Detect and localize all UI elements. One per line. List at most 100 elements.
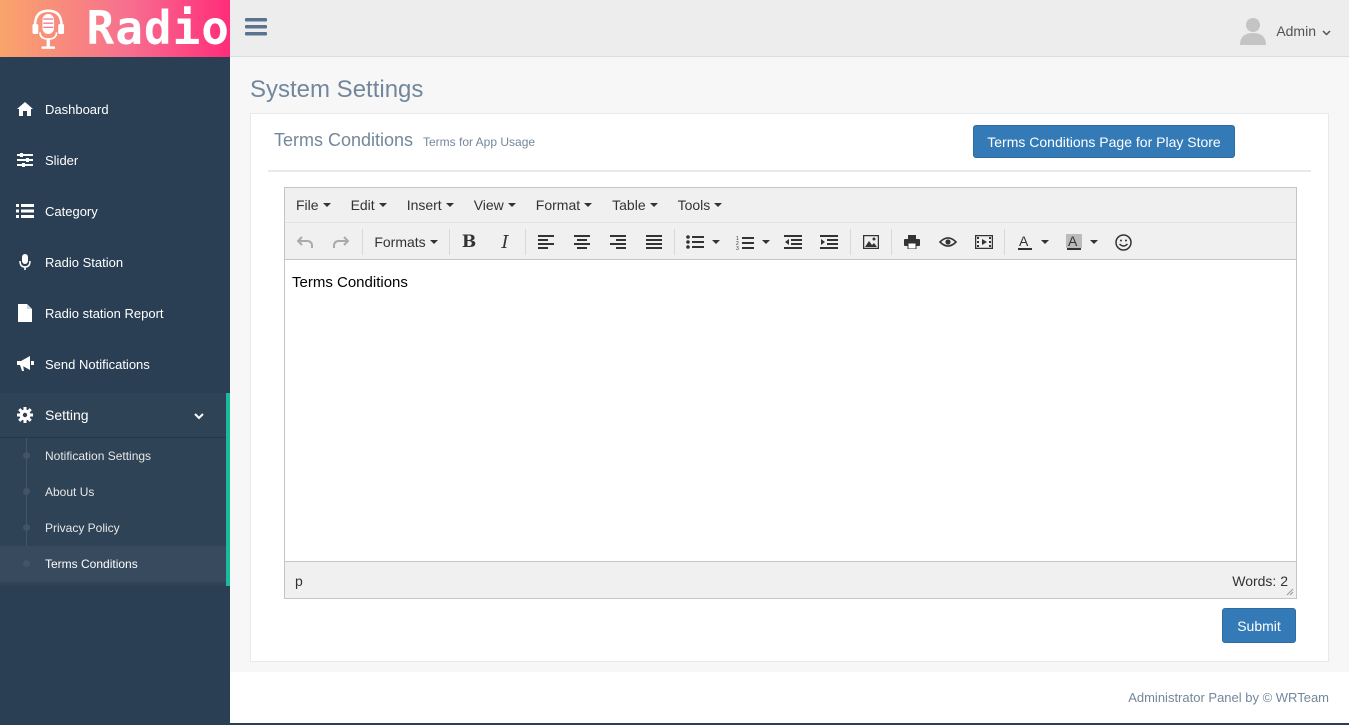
bullet-list-icon[interactable]: [683, 231, 723, 253]
sidebar-item-label: Send Notifications: [45, 356, 150, 372]
word-count: Words: 2: [1232, 573, 1288, 589]
user-name: Admin: [1276, 23, 1316, 39]
sidebar-item-radio-station[interactable]: Radio Station: [0, 237, 230, 287]
outdent-icon[interactable]: [783, 231, 803, 253]
sidebar-item-label: Slider: [45, 152, 79, 168]
menu-label: Format: [535, 197, 581, 213]
caret-down-icon: [322, 203, 331, 207]
caret-down-icon: [762, 240, 770, 244]
menu-label: Edit: [350, 197, 375, 213]
sidebar-item-category[interactable]: Category: [0, 186, 230, 236]
numbered-list-icon[interactable]: 123: [733, 231, 773, 253]
sidebar-item-label: Dashboard: [45, 101, 109, 117]
preview-eye-icon[interactable]: [938, 231, 958, 253]
menu-insert[interactable]: Insert: [399, 197, 462, 213]
align-center-icon[interactable]: [572, 231, 592, 253]
sidebar-item-label: Radio station Report: [45, 305, 164, 321]
sidebar-subitem-about-us[interactable]: About Us: [0, 474, 226, 510]
menu-tools[interactable]: Tools: [670, 197, 731, 213]
caret-down-icon: [445, 203, 454, 207]
bullet-icon: [23, 524, 30, 531]
home-icon: [14, 100, 36, 118]
redo-icon[interactable]: [331, 231, 351, 253]
playstore-page-button[interactable]: Terms Conditions Page for Play Store: [973, 125, 1235, 158]
caret-down-icon: [507, 203, 516, 207]
align-left-icon[interactable]: [536, 231, 556, 253]
menu-table[interactable]: Table: [604, 197, 665, 213]
caret-down-icon: [1090, 240, 1098, 244]
background-color-icon[interactable]: A: [1062, 231, 1102, 253]
image-icon[interactable]: [861, 231, 881, 253]
divider: [268, 170, 1311, 172]
caret-down-icon: [584, 203, 593, 207]
panel-subtitle: Terms for App Usage: [423, 135, 536, 149]
bullet-icon: [23, 488, 30, 495]
sidebar-subitem-terms-conditions[interactable]: Terms Conditions: [0, 546, 226, 582]
microphone-icon: [32, 8, 65, 49]
sidebar-item-dashboard[interactable]: Dashboard: [0, 84, 230, 134]
sidebar-item-setting[interactable]: Setting: [0, 393, 226, 438]
menu-format[interactable]: Format: [528, 197, 600, 213]
menu-label: View: [473, 197, 504, 213]
svg-text:A: A: [1068, 234, 1078, 249]
panel-title: Terms Conditions: [274, 130, 414, 150]
element-path[interactable]: p: [295, 573, 303, 589]
media-icon[interactable]: [974, 231, 994, 253]
sidebar-subitem-label: Notification Settings: [45, 449, 152, 463]
footer: Administrator Panel by © WRTeam: [230, 672, 1349, 725]
bold-icon[interactable]: B: [459, 231, 479, 253]
sliders-icon: [14, 151, 36, 169]
footer-credit: Administrator Panel by © WRTeam: [1128, 690, 1329, 705]
editor-content[interactable]: Terms Conditions: [285, 260, 1296, 561]
menu-file[interactable]: File: [288, 197, 339, 213]
sidebar-item-slider[interactable]: Slider: [0, 135, 230, 185]
sidebar-subitem-notification-settings[interactable]: Notification Settings: [0, 438, 226, 474]
caret-down-icon: [714, 203, 723, 207]
sidebar-subitem-label: About Us: [45, 485, 95, 499]
print-icon[interactable]: [902, 231, 922, 253]
caret-down-icon: [429, 240, 438, 244]
editor-menubar: File Edit Insert View Format Table Tools: [285, 188, 1296, 223]
sidebar-item-label: Setting: [45, 407, 89, 423]
svg-text:A: A: [1019, 234, 1029, 249]
sidebar-item-radio-station-report[interactable]: Radio station Report: [0, 288, 230, 338]
brand-name: Radio: [86, 1, 230, 55]
toolbar-separator: [449, 229, 450, 255]
caret-down-icon: [649, 203, 658, 207]
align-right-icon[interactable]: [608, 231, 628, 253]
emoticon-icon[interactable]: [1113, 231, 1133, 253]
avatar: [1240, 18, 1267, 45]
user-menu[interactable]: Admin: [1240, 17, 1331, 45]
menu-label: Tools: [677, 197, 711, 213]
caret-down-icon: [712, 240, 720, 244]
top-navbar: Admin: [230, 0, 1349, 57]
menu-edit[interactable]: Edit: [343, 197, 395, 213]
text-color-icon[interactable]: A: [1013, 231, 1053, 253]
sidebar-item-send-notifications[interactable]: Send Notifications: [0, 339, 230, 389]
hamburger-menu-icon[interactable]: [245, 16, 267, 38]
bullet-icon: [23, 452, 30, 459]
indent-icon[interactable]: [819, 231, 839, 253]
menu-label: Insert: [406, 197, 442, 213]
italic-icon[interactable]: I: [495, 231, 515, 253]
align-justify-icon[interactable]: [644, 231, 664, 253]
svg-text:3: 3: [736, 246, 739, 250]
sidebar-item-label: Radio Station: [45, 254, 124, 270]
brand-logo[interactable]: Radio: [0, 0, 230, 57]
undo-icon[interactable]: [295, 231, 315, 253]
microphone-icon: [14, 253, 36, 271]
caret-down-icon: [378, 203, 387, 207]
sidebar-subitem-privacy-policy[interactable]: Privacy Policy: [0, 510, 226, 546]
gear-icon: [14, 407, 36, 423]
editor-statusbar: p Words: 2: [285, 561, 1296, 598]
file-icon: [14, 304, 36, 322]
toolbar-separator: [525, 229, 526, 255]
resize-handle-icon[interactable]: [1286, 588, 1294, 596]
formats-dropdown[interactable]: Formats: [371, 231, 441, 253]
bullet-icon: [23, 560, 30, 567]
sidebar: Radio Dashboard Slider Category Radio St…: [0, 0, 230, 725]
chevron-down-icon: [1322, 23, 1331, 39]
sidebar-subitem-label: Terms Conditions: [45, 557, 138, 571]
submit-button[interactable]: Submit: [1222, 608, 1296, 643]
menu-view[interactable]: View: [466, 197, 524, 213]
